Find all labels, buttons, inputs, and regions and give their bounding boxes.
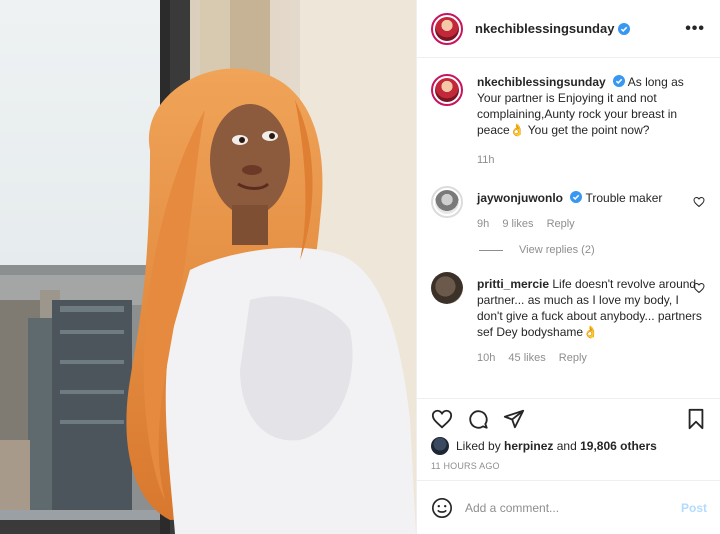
action-bar: Liked by herpinez and 19,806 others 11 H… (417, 398, 720, 471)
comment-input[interactable] (465, 500, 681, 515)
comment-heart-icon[interactable] (693, 282, 705, 294)
comment-username[interactable]: jaywonjuwonlo (477, 191, 563, 205)
liked-by-user[interactable]: herpinez (504, 439, 553, 453)
author-username[interactable]: nkechiblessingsunday (475, 21, 614, 36)
comment-item: pritti_mercie Life doesn't revolve aroun… (431, 272, 707, 366)
caption-avatar[interactable] (431, 74, 463, 106)
post-photo (0, 0, 416, 534)
verified-icon (618, 22, 631, 35)
bookmark-icon[interactable] (685, 408, 707, 430)
reply-button[interactable]: Reply (547, 218, 575, 230)
comment-likes[interactable]: 45 likes (508, 352, 545, 364)
comment-likes[interactable]: 9 likes (502, 218, 533, 230)
comment-item: jaywonjuwonlo Trouble maker 9h 9 likes R… (431, 186, 707, 232)
comment-time[interactable]: 10h (477, 352, 495, 364)
heart-icon[interactable] (431, 408, 453, 430)
reply-button[interactable]: Reply (559, 352, 587, 364)
comments-list: nkechiblessingsunday As long as Your par… (417, 58, 720, 398)
comment-text: Trouble maker (585, 191, 663, 205)
comment-icon[interactable] (467, 408, 489, 430)
more-icon[interactable]: ••• (685, 20, 705, 38)
emoji-icon[interactable] (431, 497, 453, 519)
post-comment-button[interactable]: Post (681, 501, 707, 515)
verified-icon (570, 191, 583, 203)
liked-by-others[interactable]: 19,806 others (580, 439, 657, 453)
liked-by-prefix: Liked by (456, 439, 501, 453)
view-replies-label[interactable]: View replies (2) (519, 244, 595, 256)
caption-time[interactable]: 11h (477, 154, 495, 166)
share-icon[interactable] (503, 408, 525, 430)
liker-avatar[interactable] (431, 437, 449, 455)
comment-avatar[interactable] (431, 272, 463, 304)
verified-icon (613, 75, 626, 87)
add-comment-bar: Post (417, 480, 720, 534)
posted-ago[interactable]: 11 HOURS AGO (431, 461, 707, 471)
post-header: nkechiblessingsunday ••• (417, 0, 720, 58)
caption-username[interactable]: nkechiblessingsunday (477, 75, 606, 89)
caption: nkechiblessingsunday As long as Your par… (431, 74, 707, 168)
comment-heart-icon[interactable] (693, 196, 705, 208)
liked-by-joiner: and (556, 439, 577, 453)
post-image (0, 0, 416, 534)
view-replies[interactable]: View replies (2) (479, 244, 707, 256)
comment-avatar[interactable] (431, 186, 463, 218)
comment-username[interactable]: pritti_mercie (477, 277, 549, 291)
author-avatar[interactable] (431, 12, 463, 45)
post-panel: nkechiblessingsunday ••• nkechiblessings… (416, 0, 720, 534)
likes-summary: Liked by herpinez and 19,806 others (431, 435, 707, 457)
comment-time[interactable]: 9h (477, 218, 489, 230)
